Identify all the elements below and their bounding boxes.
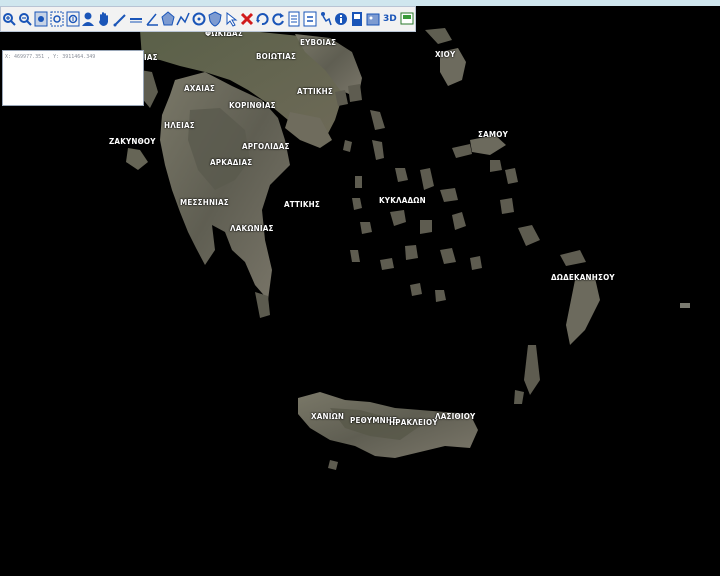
circle-target-button[interactable]	[192, 9, 207, 29]
user-icon	[82, 12, 95, 26]
measure-angle-button[interactable]	[144, 9, 159, 29]
island-karpathos	[524, 345, 540, 395]
info-icon	[335, 13, 348, 25]
island-lesvos	[425, 28, 452, 44]
hand-pan-icon	[99, 12, 109, 26]
screen-button[interactable]	[399, 9, 414, 29]
island-gavdos	[328, 460, 338, 470]
polyline-button[interactable]	[176, 9, 191, 29]
select-pointer-button[interactable]	[223, 9, 238, 29]
zoom-layer-icon	[66, 11, 80, 27]
bookmark-icon	[352, 12, 363, 26]
user-button[interactable]	[81, 9, 96, 29]
prefecture-label-evvoias: ΕΥΒΟΙΑΣ	[300, 38, 337, 47]
three-d-icon: 3D	[382, 14, 397, 24]
pan-button[interactable]	[97, 9, 112, 29]
measure-angle-icon	[146, 13, 158, 26]
full-extent-button[interactable]	[34, 9, 49, 29]
prefecture-label-kykladon: ΚΥΚΛΑΔΩΝ	[379, 196, 426, 205]
prefecture-label-irakleiou: ΗΡΑΚΛΕΙΟΥ	[389, 418, 438, 427]
shield-button[interactable]	[208, 9, 223, 29]
ruler-button[interactable]	[129, 9, 144, 29]
measure-line-icon	[113, 14, 126, 27]
prefecture-label-ilias: ΗΛΕΙΑΣ	[164, 121, 195, 130]
prefecture-label-arkadias: ΑΡΚΑΔΙΑΣ	[210, 158, 253, 167]
bookmark-button[interactable]	[350, 9, 365, 29]
prefecture-label-samou: ΣΑΜΟΥ	[478, 130, 508, 139]
map-toolbar: 3D	[0, 6, 416, 32]
prefecture-label-argolidas: ΑΡΓΟΛΙΔΑΣ	[242, 142, 290, 151]
island-rhodes	[566, 278, 600, 345]
polygon-button[interactable]	[160, 9, 175, 29]
gallery-icon	[366, 13, 380, 26]
zoom-box-icon	[50, 11, 64, 27]
coordinates-panel: X: 469977.351 , Y: 3911464.349	[2, 50, 144, 106]
island-kos	[560, 250, 586, 266]
zoom-layer-button[interactable]	[65, 9, 80, 29]
prefecture-label-lasithiou: ΛΑΣΙΘΙΟΥ	[435, 412, 476, 421]
prefecture-label-messinias: ΜΕΣΣΗΝΙΑΣ	[180, 198, 229, 207]
prefecture-label-attikis-south: ΑΤΤΙΚΗΣ	[284, 200, 320, 209]
island-zakynthos	[126, 148, 148, 170]
prefecture-label-zakynthou: ΖΑΚΥΝΘΟΥ	[109, 137, 156, 146]
prefecture-label-ias: ΙΑΣ	[144, 53, 158, 62]
refresh-button[interactable]	[271, 9, 286, 29]
island-kastellorizo	[680, 303, 690, 308]
ruler-icon	[129, 18, 142, 23]
island-ikaria	[452, 144, 472, 158]
three-d-button[interactable]: 3D	[382, 9, 399, 29]
island-kasos	[514, 390, 524, 404]
prefecture-label-attikis-north: ΑΤΤΙΚΗΣ	[297, 87, 333, 96]
zoom-box-button[interactable]	[49, 9, 64, 29]
zoom-in-icon	[3, 13, 17, 26]
measure-line-button[interactable]	[113, 9, 128, 29]
info-button[interactable]	[334, 9, 349, 29]
delete-button[interactable]	[239, 9, 254, 29]
coordinates-button[interactable]	[302, 9, 317, 29]
delete-x-icon	[240, 12, 253, 26]
gallery-button[interactable]	[366, 9, 381, 29]
polygon-icon	[160, 11, 175, 26]
coordinates-readout: X: 469977.351 , Y: 3911464.349	[5, 54, 96, 60]
cyclades-islands	[335, 84, 540, 302]
polyline-icon	[176, 12, 191, 26]
prefecture-label-hanion: ΧΑΝΙΩΝ	[311, 412, 345, 421]
rotate-button[interactable]	[255, 9, 270, 29]
rotate-icon	[256, 13, 269, 26]
route-button[interactable]	[318, 9, 333, 29]
full-extent-icon	[34, 11, 48, 27]
zoom-in-button[interactable]	[2, 9, 17, 29]
select-pointer-icon	[226, 11, 238, 27]
screen-icon	[400, 12, 414, 25]
route-icon	[320, 12, 332, 26]
prefecture-label-korinthias: ΚΟΡΙΝΘΙΑΣ	[229, 101, 276, 110]
refresh-icon	[272, 13, 285, 26]
prefecture-label-lakonias: ΛΑΚΩΝΙΑΣ	[230, 224, 274, 233]
shield-icon	[208, 11, 222, 27]
zoom-out-icon	[19, 13, 32, 26]
prefecture-label-hiou: ΧΙΟΥ	[435, 50, 456, 59]
prefecture-label-viotias: ΒΟΙΩΤΙΑΣ	[256, 52, 297, 61]
circle-target-icon	[192, 12, 206, 26]
coordinates-xy-icon	[303, 11, 317, 27]
document-button[interactable]	[287, 9, 302, 29]
document-icon	[288, 11, 300, 27]
prefecture-label-ahaias: ΑΧΑΙΑΣ	[184, 84, 216, 93]
prefecture-label-dodekanisou: ΔΩΔΕΚΑΝΗΣΟΥ	[551, 273, 615, 282]
zoom-out-button[interactable]	[18, 9, 33, 29]
